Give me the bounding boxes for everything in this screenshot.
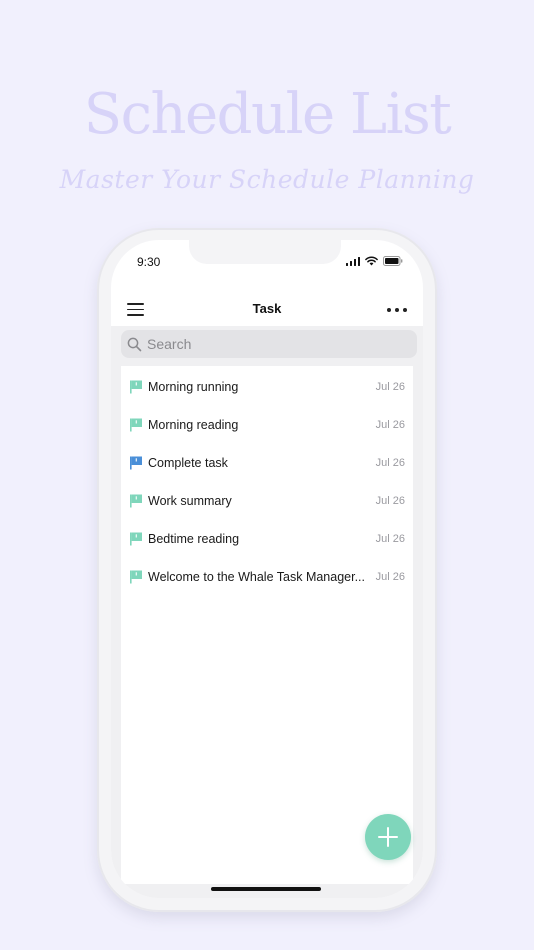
task-date: Jul 26 <box>375 571 405 583</box>
flag-icon <box>130 456 142 470</box>
task-title: Welcome to the Whale Task Manager... <box>148 570 366 584</box>
task-date: Jul 26 <box>375 457 405 469</box>
promo-title: Schedule List <box>83 82 452 147</box>
flag-icon <box>130 570 142 584</box>
task-date: Jul 26 <box>375 495 405 507</box>
task-row[interactable]: Morning reading Jul 26 <box>121 406 413 444</box>
task-row[interactable]: Morning running Jul 26 <box>121 368 413 406</box>
task-row[interactable]: Bedtime reading Jul 26 <box>121 520 413 558</box>
home-indicator <box>211 887 321 891</box>
phone-frame: 9:30 Task Search Morning running Jul 26 … <box>97 228 437 912</box>
signal-icon <box>345 256 360 266</box>
task-date: Jul 26 <box>375 533 405 545</box>
more-icon[interactable] <box>387 308 407 312</box>
task-title: Morning reading <box>148 418 239 432</box>
task-title: Bedtime reading <box>148 532 240 546</box>
task-row[interactable]: Welcome to the Whale Task Manager... Jul … <box>121 558 413 596</box>
flag-icon <box>130 494 142 508</box>
task-date: Jul 26 <box>375 419 405 431</box>
task-list: Morning running Jul 26 Morning reading Jul … <box>121 366 413 884</box>
task-title: Complete task <box>148 456 228 470</box>
nav-bar: Task <box>111 294 423 328</box>
status-time: 9:30 <box>137 255 161 269</box>
search-input[interactable]: Search <box>147 336 191 352</box>
task-title: Work summary <box>148 494 232 508</box>
status-icons <box>345 256 404 266</box>
app-screen: 9:30 Task Search Morning running Jul 26 … <box>111 240 423 898</box>
search-icon <box>127 337 142 351</box>
promo-subtitle: Master Your Schedule Planning <box>59 165 475 194</box>
battery-icon <box>383 256 403 266</box>
flag-icon <box>130 418 142 432</box>
search-bar[interactable]: Search <box>121 330 417 358</box>
notch <box>189 240 341 264</box>
nav-title: Task <box>252 301 282 316</box>
task-title: Morning running <box>148 380 239 394</box>
task-date: Jul 26 <box>375 381 405 393</box>
wifi-icon <box>365 256 378 266</box>
add-task-button[interactable] <box>365 814 411 860</box>
task-row[interactable]: Complete task Jul 26 <box>121 444 413 482</box>
flag-icon <box>130 380 142 394</box>
task-row[interactable]: Work summary Jul 26 <box>121 482 413 520</box>
flag-icon <box>130 532 142 546</box>
